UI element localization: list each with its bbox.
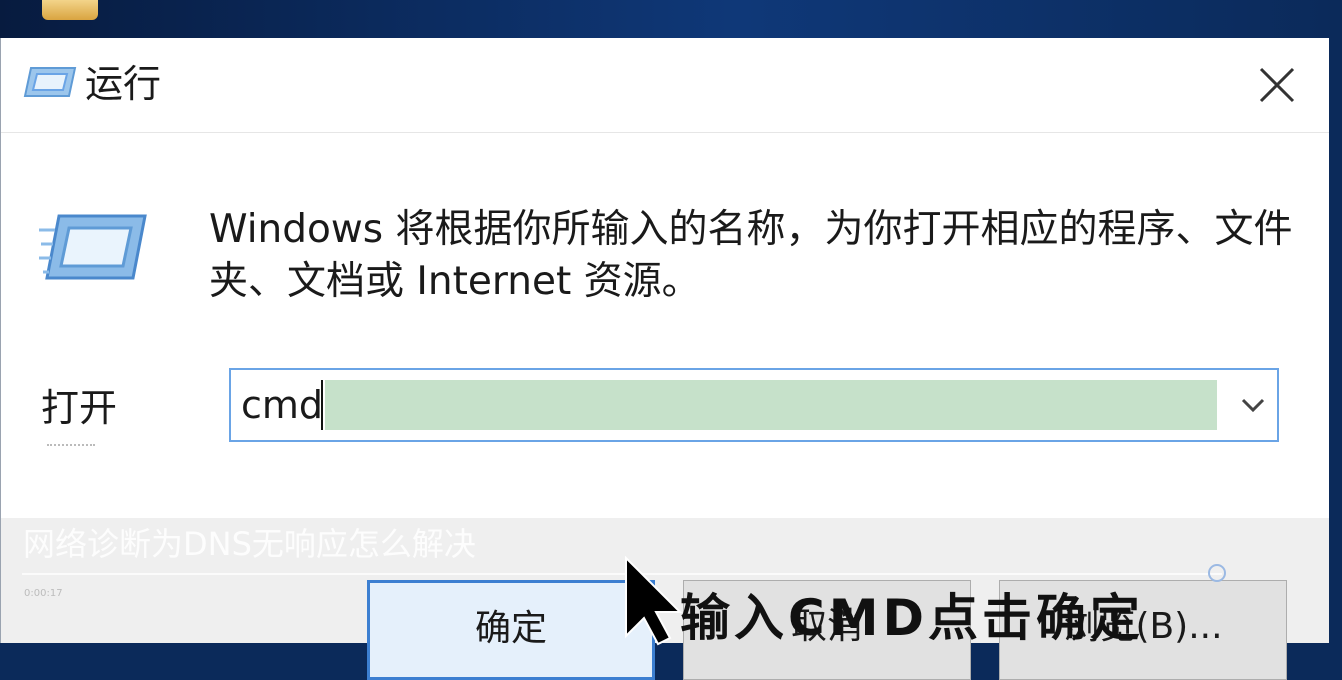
open-input-value[interactable]: cmd — [241, 380, 325, 430]
desktop-background — [0, 0, 1342, 38]
video-subtitle: 输入CMD点击确定 — [680, 589, 1144, 647]
video-progress-knob[interactable] — [1208, 564, 1226, 582]
ok-button[interactable]: 确定 — [367, 580, 655, 680]
run-icon — [23, 67, 77, 97]
open-input[interactable]: cmd — [229, 368, 1279, 442]
dialog-title: 运行 — [85, 62, 162, 106]
dialog-description: Windows 将根据你所输入的名称，为你打开相应的程序、文件夹、文档或 Int… — [209, 207, 1293, 304]
text-caret — [321, 380, 323, 430]
chevron-down-icon — [1241, 398, 1265, 413]
desktop-folder-icon[interactable] — [42, 0, 98, 20]
input-selection-highlight — [325, 380, 1217, 430]
run-dialog: 运行 Windows 将根据你所输入的名称，为你打开相应的程序、文件夹、文档或 … — [0, 38, 1329, 680]
video-watermark: 网络诊断为DNS无响应怎么解决 — [23, 525, 476, 563]
close-icon — [1259, 67, 1295, 103]
open-label-underline — [47, 440, 95, 446]
close-button[interactable] — [1237, 58, 1317, 112]
run-program-icon — [39, 214, 147, 280]
video-time: 0:00:17 — [24, 588, 63, 599]
dropdown-button[interactable] — [1235, 382, 1271, 428]
video-progress-bar[interactable] — [22, 573, 1222, 575]
title-bar: 运行 — [1, 38, 1329, 133]
open-label: 打开 — [41, 386, 118, 430]
mouse-pointer-icon — [625, 556, 683, 646]
